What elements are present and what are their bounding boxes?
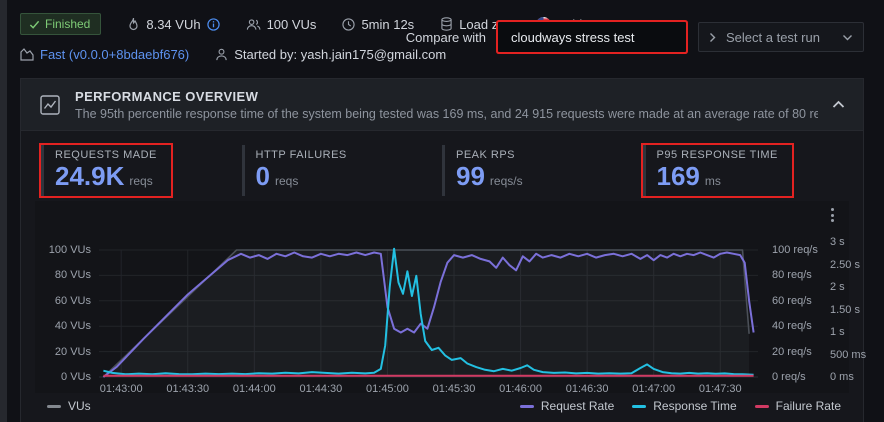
x-axis-time-tick: 01:43:00 [100, 382, 143, 396]
x-axis-time-tick: 01:45:30 [433, 382, 476, 396]
x-axis-time-tick: 01:43:30 [166, 382, 209, 396]
x-axis-time-tick: 01:47:30 [699, 382, 742, 396]
x-axis-time-tick: 01:46:30 [566, 382, 609, 396]
trend-chart-icon [20, 48, 34, 61]
y-axis-rate-tick: 20 req/s [772, 345, 812, 359]
chevron-down-icon [842, 34, 853, 41]
performance-chart: 0 VUs 20 VUs 40 VUs 60 VUs 80 VUs 100 VUs 0 re… [35, 201, 849, 393]
y-axis-time-tick: 3 s [830, 235, 845, 249]
legend-swatch [755, 405, 769, 408]
y-axis-time-tick: 2 s [830, 280, 845, 294]
vus-value: 100 VUs [267, 17, 317, 32]
collapsed-sidebar-edge [0, 0, 7, 422]
flame-icon [127, 17, 140, 31]
info-icon[interactable] [207, 18, 220, 31]
chevron-right-icon [709, 32, 716, 43]
vuh-value: 8.34 VUh [146, 17, 200, 32]
y-axis-rate-tick: 100 req/s [772, 243, 818, 257]
x-axis-time-tick: 01:46:00 [499, 382, 542, 396]
select-test-run-dropdown[interactable]: Select a test run [698, 22, 864, 52]
legend-swatch [520, 405, 534, 408]
x-axis-time-tick: 01:45:00 [366, 382, 409, 396]
person-icon [215, 48, 228, 61]
x-axis-time-tick: 01:44:30 [299, 382, 342, 396]
duration-metric: 5min 12s [342, 17, 414, 32]
performance-overview-panel: PERFORMANCE OVERVIEW The 95th percentile… [20, 78, 864, 422]
legend-item-vus[interactable]: VUs [47, 399, 91, 413]
y-axis-rate-tick: 0 req/s [772, 370, 806, 384]
chart-menu-kebab-icon[interactable] [823, 205, 841, 225]
line-chart-icon [39, 94, 61, 116]
panel-header[interactable]: PERFORMANCE OVERVIEW The 95th percentile… [21, 79, 863, 131]
y-axis-rate-tick: 80 req/s [772, 268, 812, 282]
vuh-metric: 8.34 VUh [127, 17, 219, 32]
stat-p95-response-time: P95 RESPONSE TIME169ms [643, 145, 844, 191]
y-axis-time-tick: 2.50 s [830, 258, 860, 272]
y-axis-rate-tick: 40 req/s [772, 319, 812, 333]
compare-controls: Compare with Select a test run [406, 22, 864, 52]
status-badge-label: Finished [45, 17, 90, 31]
users-icon [246, 18, 261, 31]
stat-http-failures: HTTP FAILURES0reqs [242, 145, 443, 191]
clock-icon [342, 18, 355, 31]
stats-row: REQUESTS MADE24.9KreqsHTTP FAILURES0reqs… [21, 131, 863, 201]
legend-swatch [632, 405, 646, 408]
compare-test-input[interactable] [498, 22, 686, 52]
x-axis-time-tick: 01:47:00 [632, 382, 675, 396]
vus-metric: 100 VUs [246, 17, 317, 32]
y-axis-vus-tick: 0 VUs [35, 370, 91, 384]
chevron-up-icon[interactable] [832, 100, 845, 109]
runner-info: Fast (v0.0.0+8bdaebf676) [20, 47, 189, 62]
y-axis-time-tick: 1.50 s [830, 303, 860, 317]
y-axis-rate-tick: 60 req/s [772, 294, 812, 308]
y-axis-vus-tick: 20 VUs [35, 345, 91, 359]
stat-peak-rps: PEAK RPS99reqs/s [442, 145, 643, 191]
stat-requests-made: REQUESTS MADE24.9Kreqs [41, 145, 242, 191]
series-area-vus [103, 250, 749, 377]
panel-subtitle: The 95th percentile response time of the… [75, 107, 818, 121]
legend-item-request-rate[interactable]: Request Rate [520, 399, 614, 413]
y-axis-time-tick: 500 ms [830, 348, 866, 362]
select-test-run-label: Select a test run [726, 30, 832, 45]
chart-legend: VUs Request Rate Response Time Failure Rat… [21, 393, 863, 413]
legend-item-failure-rate[interactable]: Failure Rate [755, 399, 841, 413]
y-axis-vus-tick: 60 VUs [35, 294, 91, 308]
legend-swatch [47, 405, 61, 408]
y-axis-vus-tick: 40 VUs [35, 319, 91, 333]
x-axis-time-tick: 01:44:00 [233, 382, 276, 396]
chart-plot-area[interactable] [99, 207, 758, 385]
check-icon [29, 19, 40, 30]
status-badge: Finished [20, 13, 101, 35]
legend-item-response-time[interactable]: Response Time [632, 399, 736, 413]
runner-link[interactable]: Fast (v0.0.0+8bdaebf676) [40, 47, 189, 62]
y-axis-time-tick: 0 ms [830, 370, 854, 384]
y-axis-vus-tick: 80 VUs [35, 268, 91, 282]
compare-with-label: Compare with [406, 30, 486, 45]
panel-title: PERFORMANCE OVERVIEW [75, 89, 818, 104]
y-axis-vus-tick: 100 VUs [35, 243, 91, 257]
y-axis-time-tick: 1 s [830, 325, 845, 339]
